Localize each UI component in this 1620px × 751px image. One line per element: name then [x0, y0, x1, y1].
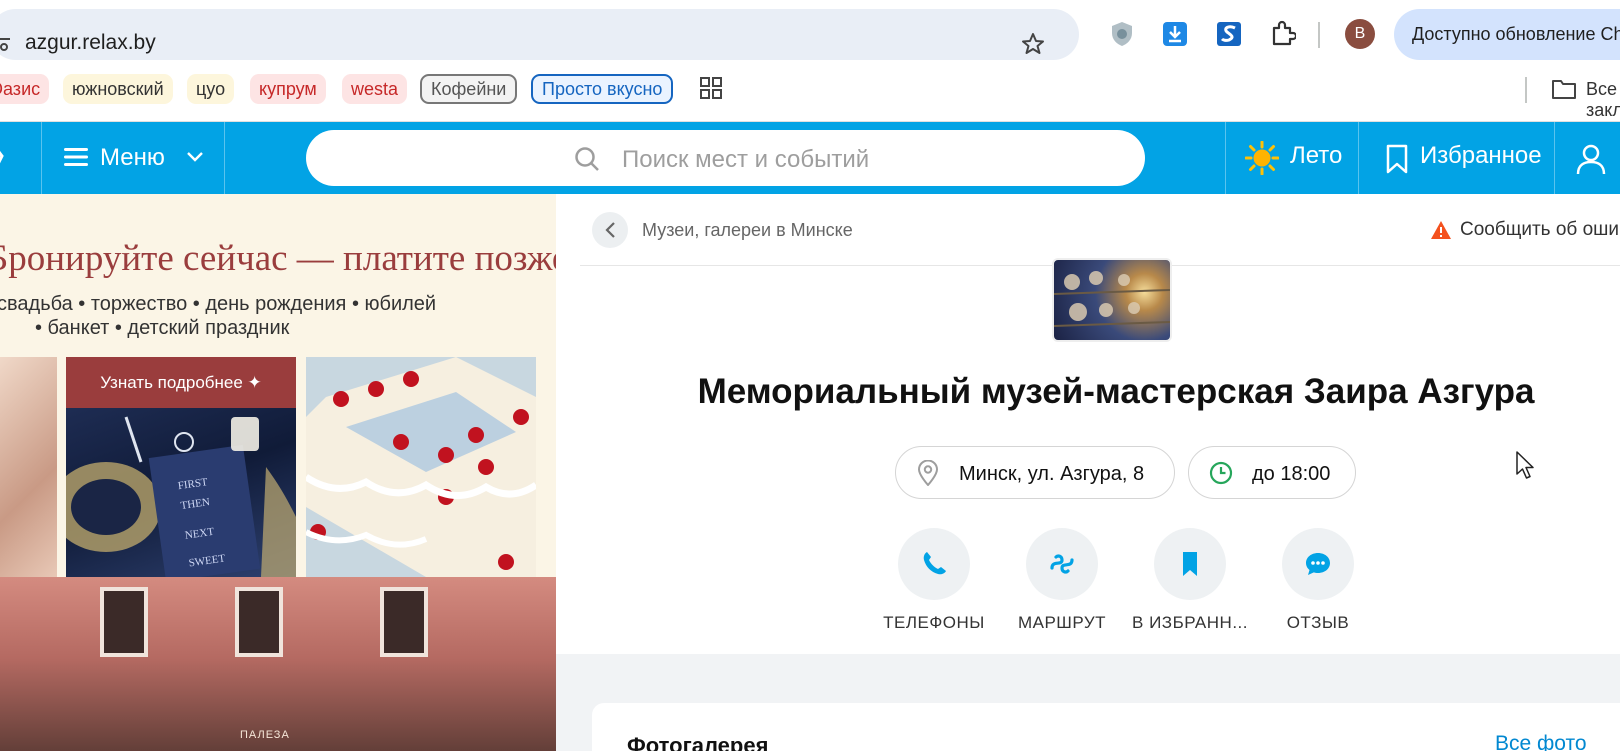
gallery-title: Фотогалерея: [627, 733, 769, 751]
route-icon: [1050, 554, 1074, 574]
header-divider: [1554, 122, 1555, 194]
back-button[interactable]: [592, 212, 628, 248]
hours-text: до 18:00: [1252, 463, 1331, 485]
bookmark-item[interactable]: westa: [342, 74, 408, 104]
review-button[interactable]: ОТЗЫВ: [1253, 528, 1383, 633]
site-info-icon[interactable]: [0, 33, 10, 53]
comment-icon: [1306, 553, 1330, 575]
promo-subtitle: • банкет • детский праздник: [35, 317, 290, 339]
address-bar[interactable]: azgur.relax.by: [0, 9, 1079, 60]
bookmark-item[interactable]: Оазис: [0, 74, 50, 104]
clock-icon: [1209, 461, 1233, 485]
building-window: [380, 587, 428, 657]
warning-icon: [1431, 221, 1451, 239]
route-button[interactable]: МАРШРУТ: [997, 528, 1127, 633]
browser-toolbar: azgur.relax.by B Доступно обновление Chr…: [0, 0, 1620, 69]
header-divider: [41, 122, 42, 194]
update-chrome-label: Доступно обновление Chrome: [1412, 24, 1620, 44]
bookmark-item[interactable]: купрум: [250, 74, 326, 104]
address-chip[interactable]: Минск, ул. Азгура, 8: [895, 446, 1175, 499]
action-label: В ИЗБРАНН...: [1132, 613, 1248, 632]
action-label: МАРШРУТ: [1017, 613, 1107, 632]
review-circle: [1282, 528, 1354, 600]
promo-photo-portrait: [0, 357, 57, 577]
action-label: ТЕЛЕФОНЫ: [883, 613, 985, 632]
page-title: Мемориальный музей-мастерская Заира Азгу…: [697, 372, 1535, 411]
search-bar[interactable]: [306, 130, 1145, 186]
promo-subtitle: свадьба • торжество • день рождения • юб…: [0, 293, 437, 315]
favorites-link[interactable]: Избранное: [1420, 142, 1542, 170]
chevron-left-icon: [605, 222, 615, 238]
hours-chip[interactable]: до 18:00: [1188, 446, 1356, 499]
all-photos-link[interactable]: Все фото: [1495, 732, 1587, 751]
building-sign: ПАЛЕЗА: [240, 729, 290, 741]
address-text: Минск, ул. Азгура, 8: [959, 463, 1145, 485]
building-window: [235, 587, 283, 657]
folder-icon[interactable]: [1551, 78, 1577, 100]
venue-card: Музеи, галереи в Минске Сообщить об ошиб…: [556, 194, 1620, 654]
search-icon: [575, 147, 599, 171]
update-chrome-button[interactable]: Доступно обновление Chrome: [1394, 9, 1620, 60]
profile-avatar[interactable]: B: [1345, 19, 1375, 49]
phones-button[interactable]: ТЕЛЕФОНЫ: [869, 528, 999, 633]
bookmark-icon: [1183, 552, 1197, 576]
bookmark-folder[interactable]: Просто вкусно: [531, 74, 674, 104]
site-header: Меню Лето Избранное: [0, 122, 1620, 194]
bookmark-item[interactable]: южновский: [63, 74, 173, 104]
mouse-cursor-icon: [1516, 451, 1534, 479]
location-pin-icon: [917, 460, 939, 486]
season-link[interactable]: Лето: [1290, 142, 1342, 170]
action-label: ОТЗЫВ: [1286, 613, 1350, 632]
url-text[interactable]: azgur.relax.by: [25, 31, 156, 55]
menu-label: Меню: [100, 144, 165, 171]
promo-banner[interactable]: Бронируйте сейчас — платите позже свадьб…: [0, 194, 556, 751]
photo-gallery-section: Фотогалерея Все фото: [592, 703, 1620, 751]
promo-title: Бронируйте сейчас — платите позже: [0, 238, 556, 279]
header-divider: [224, 122, 225, 194]
sun-icon: [1245, 141, 1279, 175]
cake-illustration: [306, 357, 536, 577]
bookmarks-bar: Оазис южновский цуо купрум westa Кофейни…: [0, 69, 1620, 122]
phone-icon: [923, 552, 946, 575]
extensions-puzzle-icon[interactable]: [1268, 20, 1296, 48]
header-divider: [1225, 122, 1226, 194]
promo-photo-building: ПАЛЕЗА: [0, 577, 556, 751]
bookmark-star-icon[interactable]: [1021, 32, 1045, 56]
museum-thumbnail[interactable]: [1052, 258, 1172, 342]
bookmark-icon: [1386, 144, 1408, 174]
add-to-favorites-button[interactable]: В ИЗБРАНН...: [1125, 528, 1255, 633]
phones-circle: [898, 528, 970, 600]
user-icon[interactable]: [1575, 143, 1607, 175]
promo-photo-cake: [306, 357, 536, 577]
breadcrumb[interactable]: Музеи, галереи в Минске: [642, 220, 853, 241]
bookmark-item[interactable]: цуо: [187, 74, 235, 104]
building-window: [100, 587, 148, 657]
s-extension-icon[interactable]: [1215, 20, 1243, 48]
learn-more-button[interactable]: Узнать подробнее ✦: [66, 357, 296, 408]
shield-extension-icon[interactable]: [1108, 20, 1136, 48]
download-extension-icon[interactable]: [1161, 20, 1189, 48]
apps-grid-icon[interactable]: [700, 77, 722, 99]
favorites-circle: [1154, 528, 1226, 600]
toolbar-divider: [1318, 22, 1320, 48]
report-error-link[interactable]: Сообщить об ошибке: [1460, 219, 1620, 241]
search-input[interactable]: [622, 146, 1022, 174]
hamburger-icon: [64, 148, 88, 166]
bookmark-folder[interactable]: Кофейни: [420, 74, 518, 104]
header-divider: [1358, 122, 1359, 194]
bookmarks-divider: [1525, 77, 1527, 103]
logo-fragment-icon[interactable]: [0, 146, 6, 166]
route-circle: [1026, 528, 1098, 600]
museum-sculptures-image: [1054, 271, 1170, 327]
chevron-down-icon: [187, 152, 203, 162]
all-bookmarks-button[interactable]: Все закладки: [1586, 79, 1620, 121]
